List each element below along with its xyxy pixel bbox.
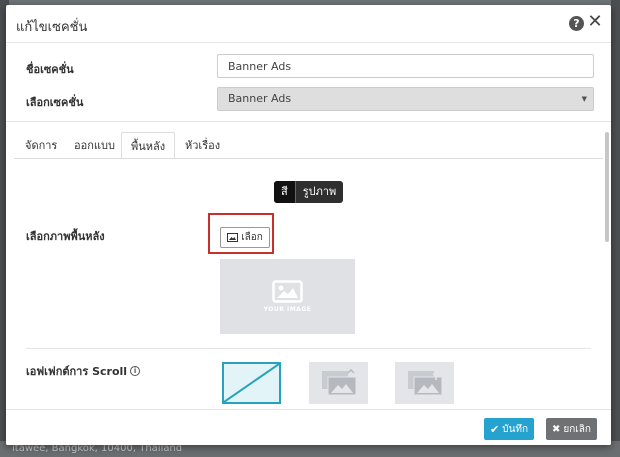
edit-section-modal: แก้ไขเซคชั่น ? ✕ ชื่อเซคชั่น เลือกเซคชั่… xyxy=(6,5,611,445)
tab-background[interactable]: พื้นหลัง xyxy=(121,132,176,159)
close-icon: ✖ xyxy=(552,423,561,435)
close-icon[interactable]: ✕ xyxy=(587,13,603,31)
toggle-color[interactable]: สี xyxy=(274,181,295,203)
check-icon: ✔ xyxy=(490,422,500,436)
info-icon[interactable]: i xyxy=(130,366,141,376)
image-icon xyxy=(227,233,239,242)
choose-image-button-label: เลือก xyxy=(241,232,263,243)
section-select-label: เลือกเซคชั่น xyxy=(26,96,84,109)
effect-divider xyxy=(26,348,591,349)
save-button-label: บันทึก xyxy=(502,423,529,435)
scroll-effect-fixed[interactable] xyxy=(309,362,368,404)
chevron-down-icon: ▼ xyxy=(581,95,587,103)
toggle-image[interactable]: รูปภาพ xyxy=(296,181,344,203)
section-name-input[interactable] xyxy=(217,54,594,78)
no-effect-icon xyxy=(223,363,280,403)
section-select[interactable]: Banner Ads ▼ xyxy=(217,87,594,111)
image-placeholder-icon xyxy=(272,280,303,303)
section-select-value: Banner Ads xyxy=(228,92,292,105)
form-divider xyxy=(6,121,611,122)
placeholder-caption: YOUR IMAGE xyxy=(263,306,312,313)
scroll-effect-label: เอฟเฟกต์การ Scroll xyxy=(26,365,128,378)
modal-header: แก้ไขเซคชั่น ? ✕ xyxy=(6,5,611,43)
tabs-underline xyxy=(14,158,603,159)
fixed-effect-icon xyxy=(321,369,356,396)
tab-design[interactable]: ออกแบบ xyxy=(65,132,124,159)
background-type-toggle: สี รูปภาพ xyxy=(274,181,344,203)
modal-footer: ✔ บันทึก ✖ ยกเลิก xyxy=(6,409,611,445)
parallax-effect-icon xyxy=(407,370,442,396)
image-preview-placeholder: YOUR IMAGE xyxy=(220,259,355,334)
cancel-button[interactable]: ✖ ยกเลิก xyxy=(546,418,597,440)
section-name-label: ชื่อเซคชั่น xyxy=(26,63,74,76)
save-button[interactable]: ✔ บันทึก xyxy=(484,418,535,440)
scroll-effect-label-group: เอฟเฟกต์การ Scroll i xyxy=(26,362,141,380)
choose-image-button[interactable]: เลือก xyxy=(220,227,270,248)
cancel-button-label: ยกเลิก xyxy=(563,423,591,435)
scroll-effect-parallax[interactable] xyxy=(395,362,454,404)
tab-manage[interactable]: จัดการ xyxy=(16,132,66,159)
tab-heading[interactable]: หัวเรื่อง xyxy=(176,132,229,159)
modal-title: แก้ไขเซคชั่น xyxy=(16,20,88,35)
backdrop-right-strip xyxy=(611,0,620,457)
choose-background-image-label: เลือกภาพพื้นหลัง xyxy=(26,230,105,243)
scrollbar[interactable] xyxy=(605,132,609,242)
scroll-effect-none[interactable] xyxy=(222,362,281,404)
help-icon[interactable]: ? xyxy=(569,16,584,31)
